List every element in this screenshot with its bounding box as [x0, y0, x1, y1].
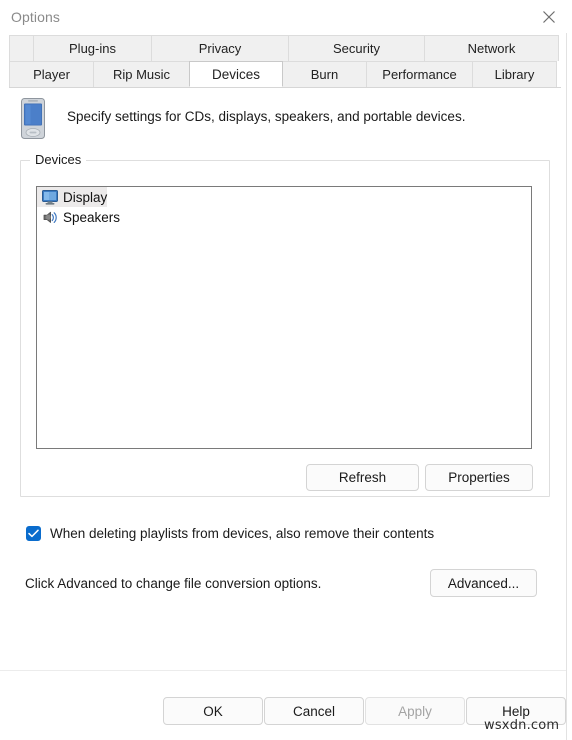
tab-library[interactable]: Library — [472, 61, 557, 87]
tab-burn-label: Burn — [310, 67, 339, 82]
apply-button-label: Apply — [398, 703, 432, 719]
tab-network-label: Network — [467, 41, 516, 56]
devices-group-label: Devices — [30, 152, 87, 167]
tab-privacy[interactable]: Privacy — [151, 35, 289, 61]
devices-group-box: Devices Display Speakers Refresh Propert… — [20, 152, 550, 497]
tab-strip: Plug-ins Privacy Security Network Player… — [9, 35, 561, 87]
tab-performance[interactable]: Performance — [366, 61, 473, 87]
tab-devices-label: Devices — [211, 66, 260, 82]
tab-plugins-label: Plug-ins — [69, 41, 116, 56]
list-item-display-label: Display — [63, 189, 108, 205]
advanced-description: Click Advanced to change file conversion… — [25, 576, 322, 591]
list-item-speakers-label: Speakers — [63, 209, 121, 225]
refresh-button[interactable]: Refresh — [306, 464, 419, 491]
checkmark-icon — [28, 526, 39, 541]
properties-button-label: Properties — [448, 470, 510, 485]
page-header: Specify settings for CDs, displays, spea… — [16, 95, 556, 147]
tab-performance-label: Performance — [382, 67, 457, 82]
tab-privacy-label: Privacy — [198, 41, 242, 56]
speaker-icon — [41, 209, 59, 225]
cancel-button-label: Cancel — [292, 703, 336, 719]
close-button[interactable] — [526, 0, 572, 33]
advanced-button[interactable]: Advanced... — [430, 569, 537, 597]
monitor-icon — [41, 189, 59, 205]
devices-list[interactable]: Display Speakers — [36, 186, 532, 449]
delete-playlists-checkbox[interactable] — [26, 526, 41, 541]
tab-row-top-spacer — [9, 35, 34, 61]
tab-rip-music[interactable]: Rip Music — [93, 61, 190, 87]
list-item-display[interactable]: Display — [37, 187, 108, 207]
window-title: Options — [11, 8, 60, 25]
list-item-speakers[interactable]: Speakers — [37, 207, 120, 227]
tab-devices[interactable]: Devices — [189, 61, 283, 87]
ok-button[interactable]: OK — [163, 697, 263, 725]
close-icon — [542, 10, 556, 24]
refresh-button-label: Refresh — [338, 470, 387, 485]
delete-playlists-checkbox-row[interactable]: When deleting playlists from devices, al… — [26, 526, 434, 541]
tab-security-label: Security — [333, 41, 380, 56]
cancel-button[interactable]: Cancel — [264, 697, 364, 725]
properties-button[interactable]: Properties — [425, 464, 533, 491]
tab-rip-music-label: Rip Music — [112, 67, 171, 82]
tab-security[interactable]: Security — [288, 35, 425, 61]
tab-row-bottom: Player Rip Music Devices Burn Performanc… — [9, 61, 561, 87]
tab-library-label: Library — [494, 67, 535, 82]
apply-button: Apply — [365, 697, 465, 725]
pda-device-icon — [18, 97, 48, 141]
help-button-label: Help — [502, 703, 530, 719]
advanced-button-label: Advanced... — [447, 575, 520, 591]
tab-player[interactable]: Player — [9, 61, 94, 87]
tab-burn[interactable]: Burn — [282, 61, 367, 87]
tab-network[interactable]: Network — [424, 35, 559, 61]
tab-row-top: Plug-ins Privacy Security Network — [9, 35, 561, 61]
delete-playlists-checkbox-label: When deleting playlists from devices, al… — [50, 526, 435, 541]
watermark: wsxdn.com — [484, 718, 560, 733]
page-description: Specify settings for CDs, displays, spea… — [67, 109, 466, 124]
tab-strip-underline — [9, 87, 561, 88]
title-bar: Options — [0, 0, 572, 33]
tab-plugins[interactable]: Plug-ins — [33, 35, 152, 61]
ok-button-label: OK — [203, 703, 223, 719]
dialog-body: Plug-ins Privacy Security Network Player… — [0, 33, 567, 740]
footer-divider — [0, 670, 566, 671]
tab-player-label: Player — [33, 67, 70, 82]
